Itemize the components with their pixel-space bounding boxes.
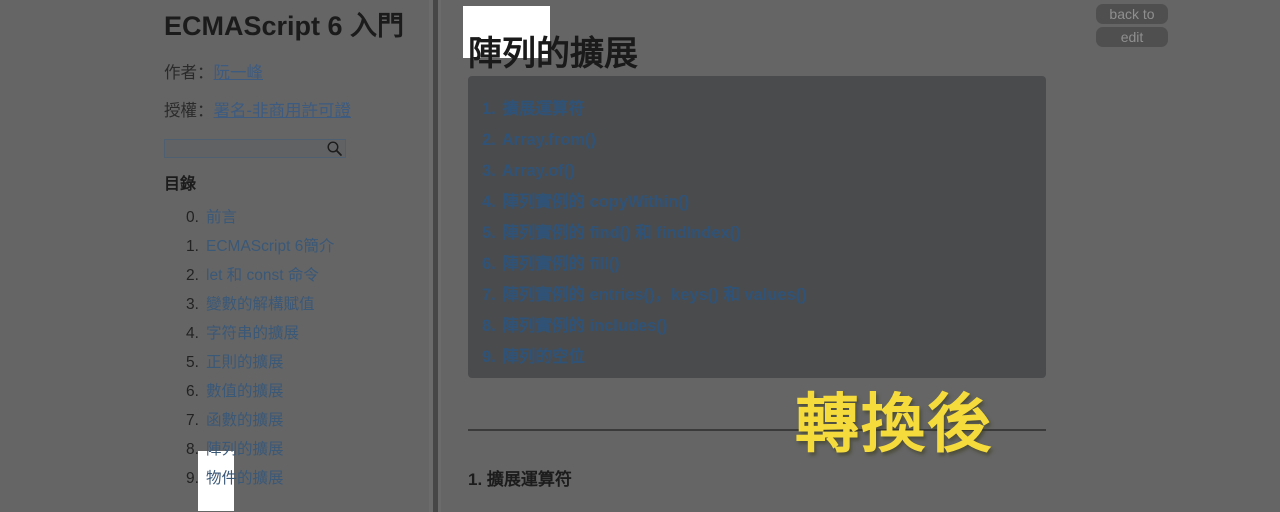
- chapter-toc-item-6[interactable]: 6. 陣列實例的 fill(): [482, 249, 1046, 280]
- sidebar-item-number: 8.: [186, 441, 199, 458]
- chapter-toc-label: 陣列實例的 copyWithin(): [502, 193, 690, 211]
- sidebar-item-2[interactable]: 2. let 和 const 命令: [164, 261, 414, 290]
- chapter-toc-item-5[interactable]: 5. 陣列實例的 find() 和 findIndex(): [482, 218, 1046, 249]
- page-root: ECMAScript 6 入門 作者：阮一峰 授權：署名-非商用許可證 目錄 0…: [0, 0, 1280, 512]
- sidebar-item-label: 函數的擴展: [206, 412, 284, 429]
- license-label: 授權：: [164, 102, 214, 120]
- chapter-toc-number: 5.: [482, 224, 496, 242]
- sidebar-item-3[interactable]: 3. 變數的解構賦值: [164, 290, 414, 319]
- sidebar-item-7[interactable]: 7. 函數的擴展: [164, 406, 414, 435]
- chapter-toc-item-7[interactable]: 7. 陣列實例的 entries()，keys() 和 values(): [482, 280, 1046, 311]
- chapter-toc-list: 1. 擴展運算符 2. Array.from() 3. Array.of() 4…: [468, 76, 1046, 373]
- sidebar-item-1[interactable]: 1. ECMAScript 6簡介: [164, 232, 414, 261]
- chapter-toc-label: Array.from(): [501, 131, 596, 149]
- chapter-toc-label: 陣列實例的 find() 和 findIndex(): [502, 224, 741, 242]
- chapter-toc-number: 6.: [482, 255, 496, 273]
- book-title: ECMAScript 6 入門: [164, 11, 405, 41]
- sidebar-item-number: 7.: [186, 412, 199, 429]
- sidebar-item-label: 前言: [206, 209, 238, 226]
- vertical-scrollbar[interactable]: [429, 0, 441, 512]
- sidebar-item-4[interactable]: 4. 字符串的擴展: [164, 319, 414, 348]
- search-box[interactable]: [164, 139, 346, 158]
- sidebar-item-label: 字符串的擴展: [206, 325, 300, 342]
- sidebar-item-number: 5.: [186, 354, 199, 371]
- chapter-toc-number: 4.: [482, 193, 496, 211]
- edit-button[interactable]: edit: [1096, 27, 1168, 47]
- chapter-toc-label: 陣列的空位: [502, 348, 585, 366]
- chapter-toc-label: Array.of(): [501, 162, 575, 180]
- sidebar-item-8[interactable]: 8. 陣列的擴展: [164, 435, 414, 464]
- sidebar-item-label: 陣列的擴展: [206, 441, 284, 458]
- chapter-toc-number: 3.: [482, 162, 496, 180]
- chapter-toc-number: 8.: [482, 317, 496, 335]
- annotation-label: 轉換後: [795, 388, 993, 462]
- sidebar-toc-list: 0. 前言 1. ECMAScript 6簡介 2. let 和 const 命…: [164, 203, 414, 493]
- toc-heading: 目錄: [164, 176, 197, 193]
- sidebar-item-5[interactable]: 5. 正則的擴展: [164, 348, 414, 377]
- page-title: 陣列的擴展: [468, 34, 638, 73]
- sidebar: ECMAScript 6 入門 作者：阮一峰 授權：署名-非商用許可證 目錄 0…: [150, 0, 422, 512]
- chapter-toc-label: 陣列實例的 entries()，keys() 和 values(): [502, 286, 807, 304]
- sidebar-item-number: 2.: [186, 267, 199, 284]
- chapter-toc-item-8[interactable]: 8. 陣列實例的 includes(): [482, 311, 1046, 342]
- sidebar-item-number: 6.: [186, 383, 199, 400]
- chapter-toc-item-3[interactable]: 3. Array.of(): [482, 156, 1046, 187]
- sidebar-item-number: 1.: [186, 238, 199, 255]
- scrollbar-thumb[interactable]: [433, 0, 438, 512]
- chapter-toc-label: 陣列實例的 fill(): [502, 255, 620, 273]
- top-right-toolbar: back to edit: [1096, 4, 1168, 47]
- sidebar-item-number: 9.: [186, 470, 199, 487]
- sidebar-item-label: 正則的擴展: [206, 354, 284, 371]
- chapter-toc-label: 擴展運算符: [502, 100, 585, 118]
- chapter-toc-item-9[interactable]: 9. 陣列的空位: [482, 342, 1046, 373]
- chapter-toc-item-2[interactable]: 2. Array.from(): [482, 125, 1046, 156]
- author-link[interactable]: 阮一峰: [214, 64, 264, 82]
- chapter-toc-number: 2.: [482, 131, 496, 149]
- chapter-toc-item-1[interactable]: 1. 擴展運算符: [482, 94, 1046, 125]
- chapter-toc-number: 1.: [482, 100, 496, 118]
- sidebar-item-label: 變數的解構賦值: [206, 296, 315, 313]
- chapter-toc-card: 1. 擴展運算符 2. Array.from() 3. Array.of() 4…: [468, 76, 1046, 378]
- chapter-toc-label: 陣列實例的 includes(): [502, 317, 668, 335]
- license-link[interactable]: 署名-非商用許可證: [214, 102, 352, 120]
- sidebar-item-label: let 和 const 命令: [206, 267, 319, 284]
- sidebar-item-label: ECMAScript 6簡介: [206, 238, 335, 255]
- chapter-toc-item-4[interactable]: 4. 陣列實例的 copyWithin(): [482, 187, 1046, 218]
- search-input[interactable]: [164, 139, 346, 158]
- section-heading: 1. 擴展運算符: [468, 470, 572, 490]
- sidebar-item-number: 4.: [186, 325, 199, 342]
- author-line: 作者：阮一峰: [164, 62, 414, 84]
- chapter-toc-number: 9.: [482, 348, 496, 366]
- sidebar-item-0[interactable]: 0. 前言: [164, 203, 414, 232]
- chapter-toc-number: 7.: [482, 286, 496, 304]
- sidebar-item-6[interactable]: 6. 數值的擴展: [164, 377, 414, 406]
- back-to-button[interactable]: back to: [1096, 4, 1168, 24]
- sidebar-item-number: 0.: [186, 209, 199, 226]
- sidebar-item-label: 數值的擴展: [206, 383, 284, 400]
- sidebar-item-9[interactable]: 9. 物件的擴展: [164, 464, 414, 493]
- author-label: 作者：: [164, 64, 214, 82]
- sidebar-item-number: 3.: [186, 296, 199, 313]
- license-line: 授權：署名-非商用許可證: [164, 100, 414, 122]
- sidebar-item-label: 物件的擴展: [206, 470, 284, 487]
